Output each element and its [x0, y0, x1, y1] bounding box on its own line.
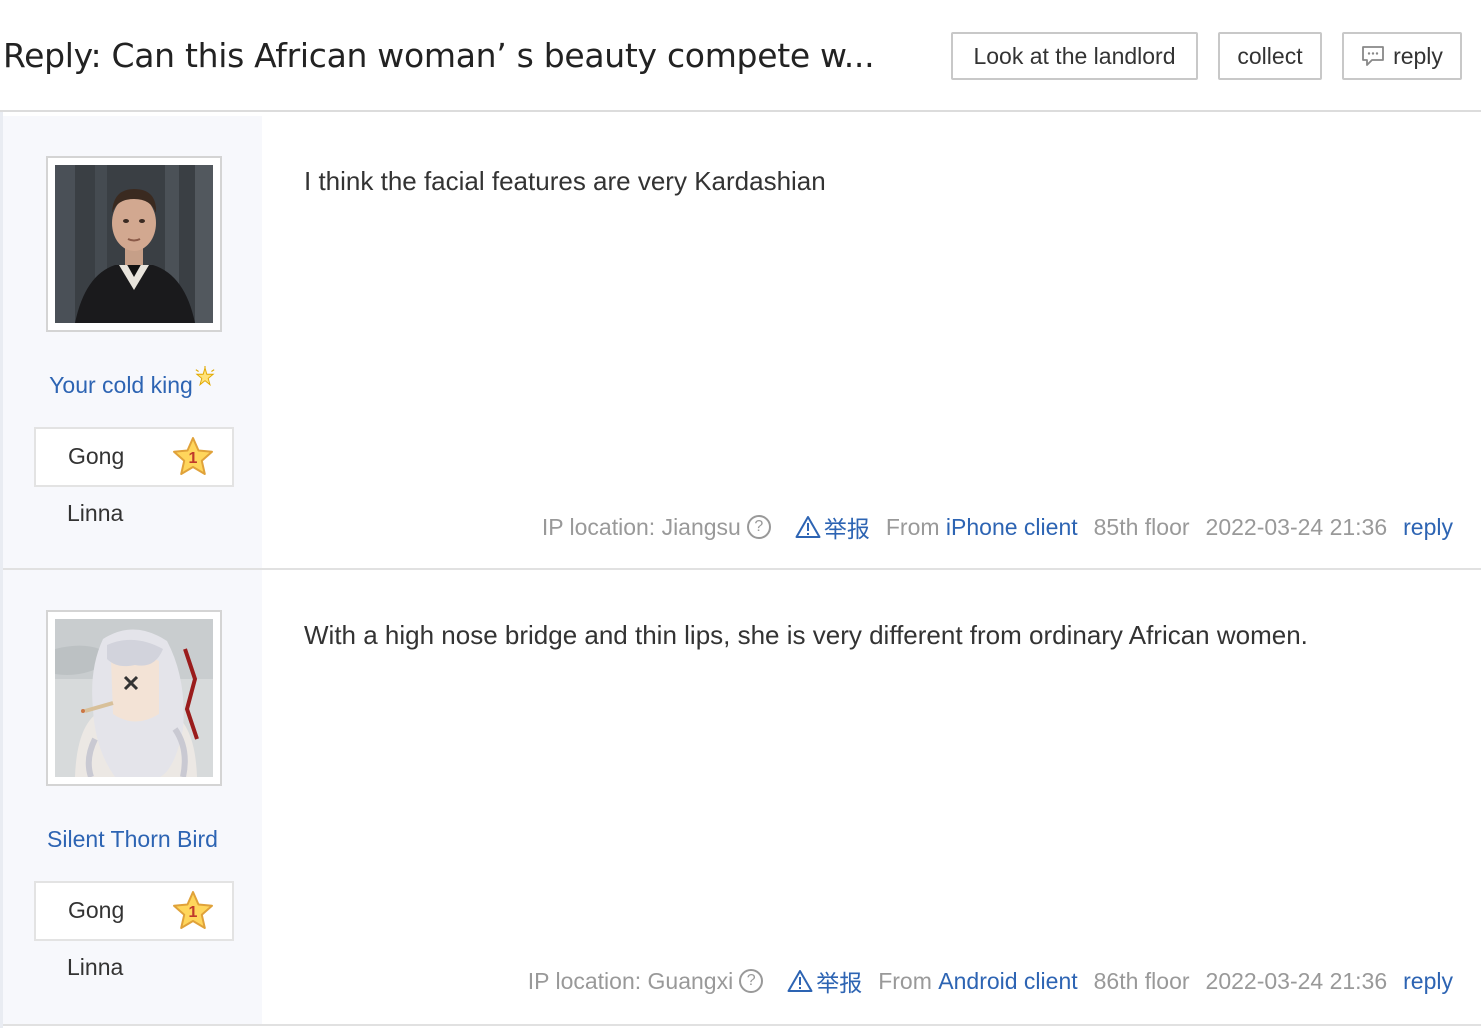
help-circle-icon[interactable]: ?: [739, 969, 764, 993]
username-text: Silent Thorn Bird: [47, 826, 218, 852]
post-tail: IP location: Guangxi ? 举报 From Android c…: [528, 964, 1453, 998]
username-link[interactable]: Your cold king: [3, 366, 262, 399]
collect-label: collect: [1237, 42, 1303, 69]
avatar[interactable]: [46, 156, 222, 332]
report-link[interactable]: 举报: [795, 510, 870, 544]
floor-number: 85th floor: [1093, 513, 1190, 540]
post-time: 2022-03-24 21:36: [1205, 513, 1388, 540]
post-reply-link[interactable]: reply: [1403, 968, 1453, 995]
chat-bubble-icon: [1361, 45, 1385, 67]
avatar[interactable]: [46, 610, 222, 786]
post-divider: [3, 1024, 1481, 1026]
author-subtitle: Linna: [67, 954, 124, 980]
from-label: From: [885, 513, 940, 540]
warning-triangle-icon: [795, 516, 821, 538]
from-label: From: [878, 967, 932, 994]
client-link[interactable]: iPhone client: [946, 514, 1078, 541]
floor-number: 86th floor: [1093, 967, 1190, 994]
level-name: Gong: [68, 443, 125, 469]
avatar-image-man: [55, 165, 213, 323]
report-link[interactable]: 举报: [787, 964, 862, 998]
warning-triangle-icon: [787, 970, 813, 992]
vip-sparkle-icon: [195, 366, 215, 387]
post-content: With a high nose bridge and thin lips, s…: [304, 620, 1308, 650]
level-star-icon: 1: [173, 891, 213, 929]
avatar-image-anime: [55, 619, 213, 777]
level-badge[interactable]: Gong 1: [34, 427, 234, 487]
look-at-landlord-label: Look at the landlord: [973, 42, 1176, 69]
report-label: 举报: [816, 970, 863, 996]
level-badge[interactable]: Gong 1: [34, 881, 234, 941]
post-tail: IP location: Jiangsu ? 举报 From iPhone cl…: [542, 510, 1453, 544]
post-reply-link[interactable]: reply: [1403, 514, 1453, 541]
level-number: 1: [189, 904, 198, 921]
ip-location: IP location: Jiangsu: [541, 513, 741, 540]
thread-title: Reply: Can this African woman’ s beauty …: [3, 36, 875, 75]
username-link[interactable]: Silent Thorn Bird: [3, 826, 262, 853]
help-circle-icon[interactable]: ?: [746, 515, 771, 539]
post-time: 2022-03-24 21:36: [1205, 967, 1388, 994]
post-85: Your cold king Gong 1 Linna I think the …: [0, 116, 1481, 570]
reply-label: reply: [1393, 42, 1443, 69]
thread-header: Reply: Can this African woman’ s beauty …: [0, 0, 1481, 112]
report-label: 举报: [823, 516, 870, 542]
ip-location: IP location: Guangxi: [527, 967, 734, 994]
post-content: I think the facial features are very Kar…: [304, 166, 826, 196]
level-name: Gong: [68, 897, 125, 923]
level-number: 1: [189, 450, 198, 467]
author-subtitle: Linna: [67, 500, 124, 526]
username-text: Your cold king: [49, 372, 193, 398]
reply-button[interactable]: reply: [1342, 32, 1462, 80]
post-86: Silent Thorn Bird Gong 1 Linna With a hi…: [0, 570, 1481, 1026]
collect-button[interactable]: collect: [1218, 32, 1322, 80]
look-at-landlord-button[interactable]: Look at the landlord: [951, 32, 1198, 80]
client-link[interactable]: Android client: [938, 968, 1077, 995]
level-star-icon: 1: [173, 437, 213, 475]
